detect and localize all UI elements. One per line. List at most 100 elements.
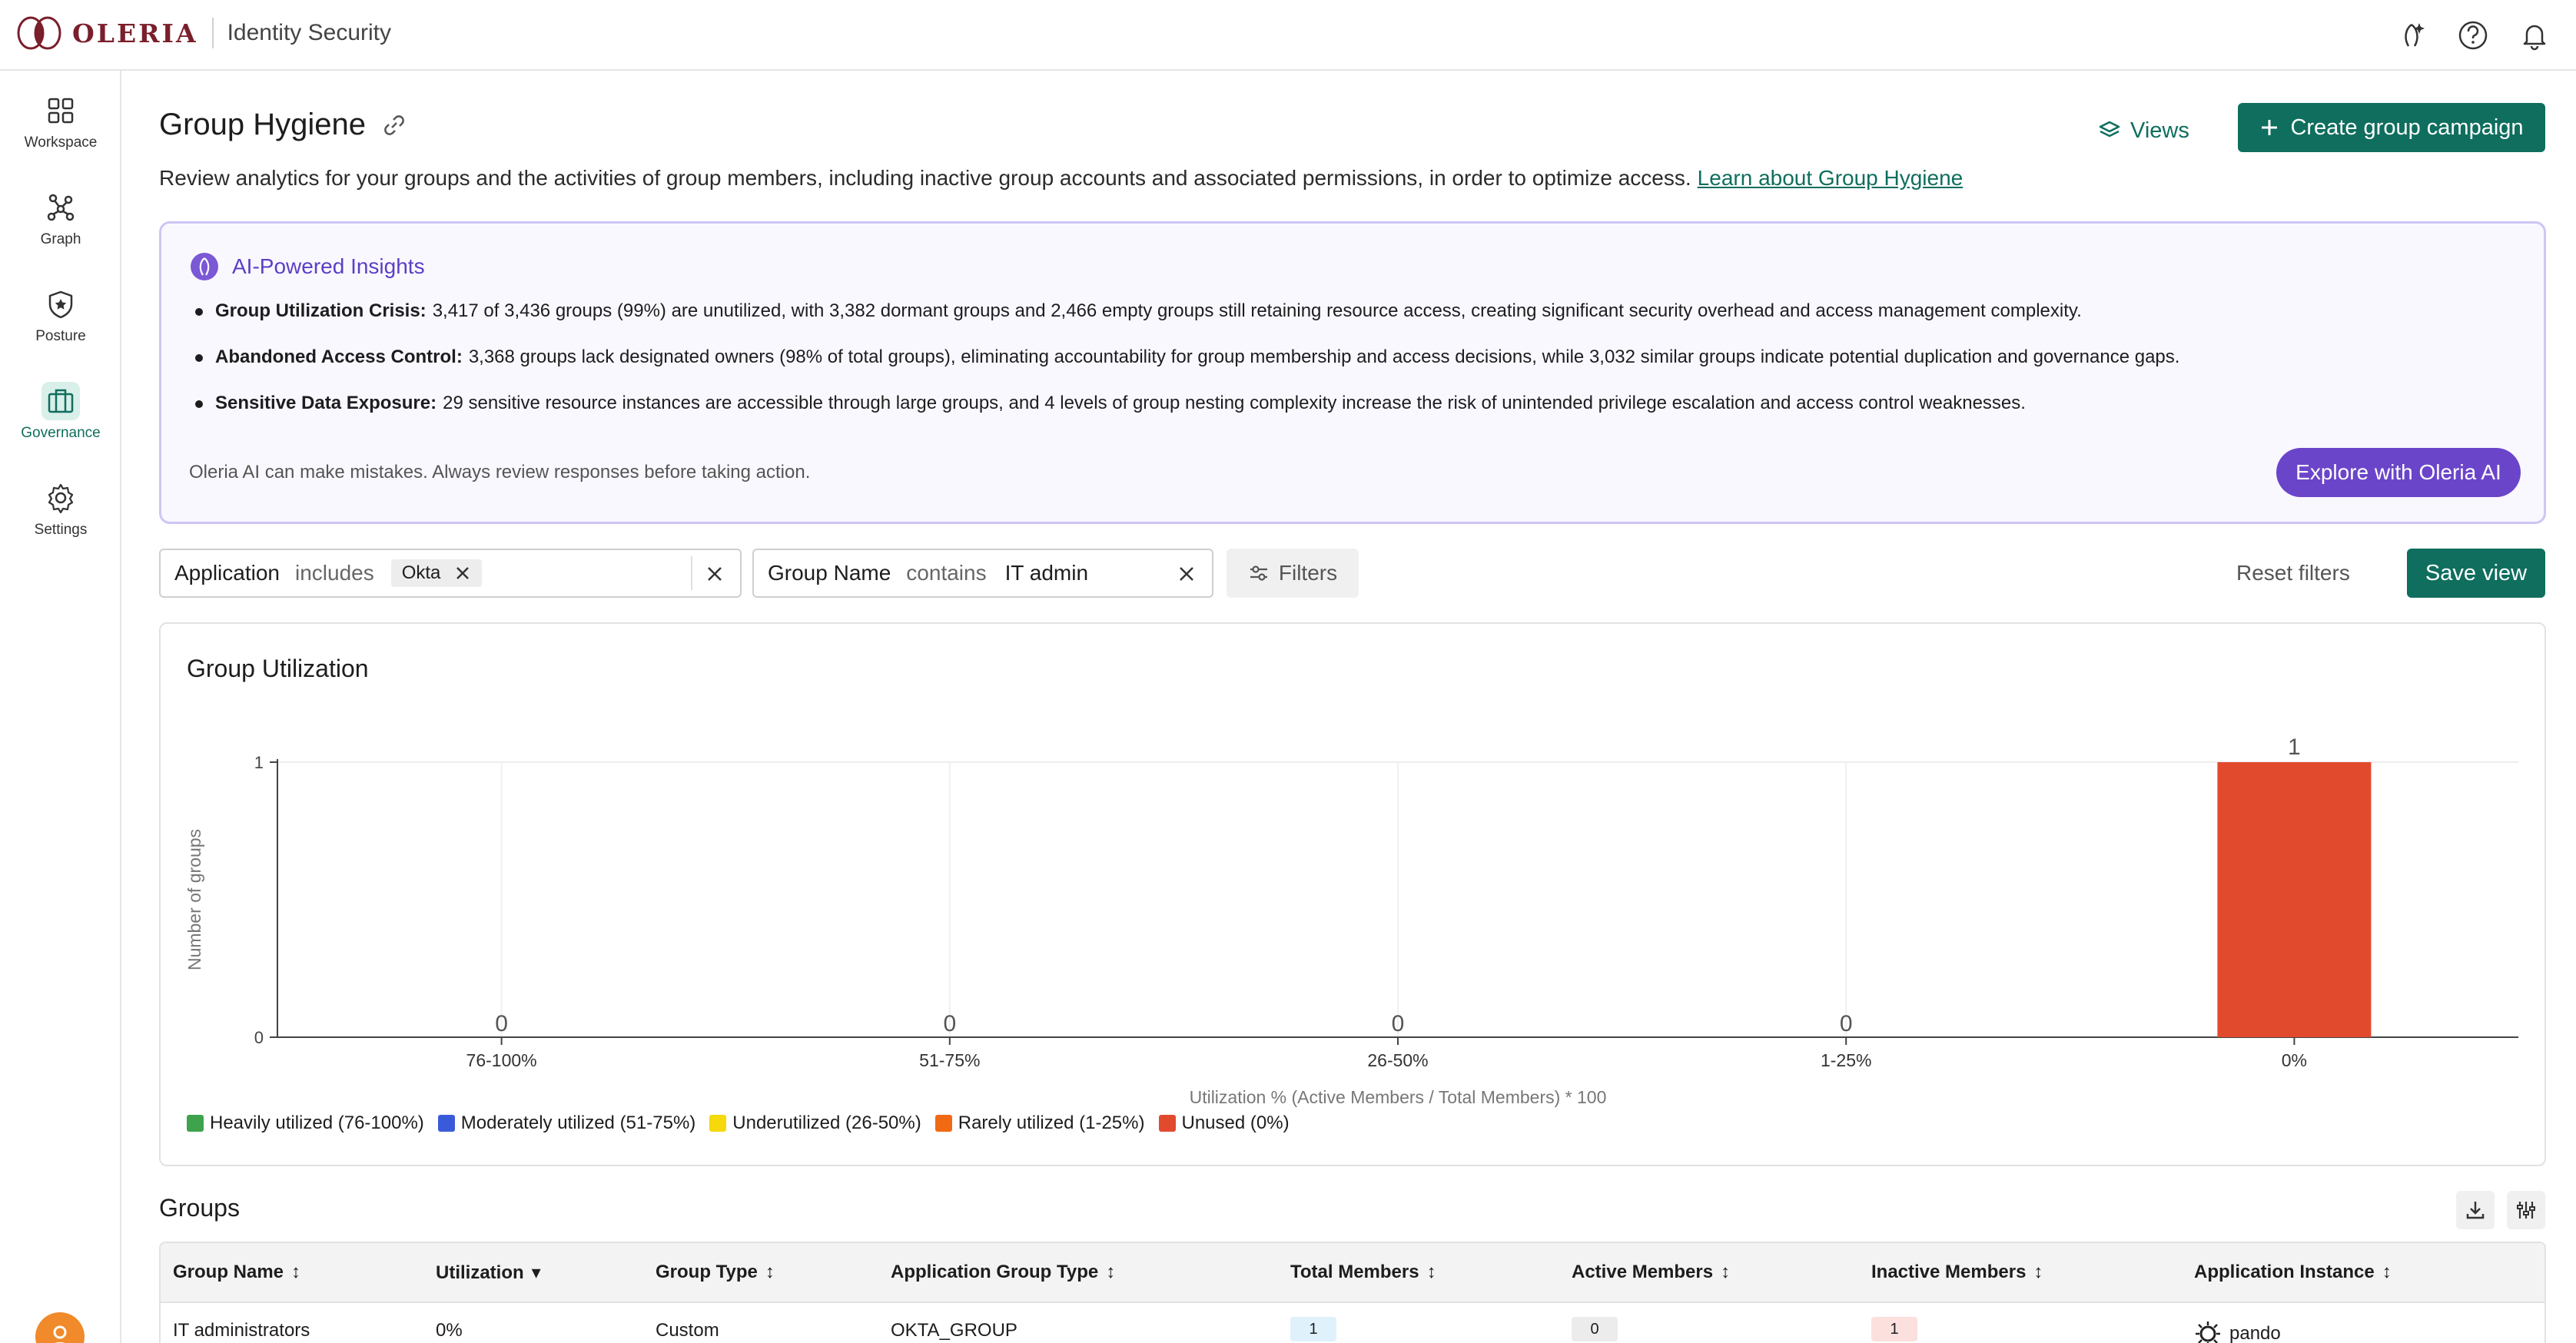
y-tick-label: 1: [254, 753, 264, 772]
filters-button[interactable]: Filters: [1227, 549, 1359, 598]
sidebar-item-label: Settings: [34, 522, 88, 538]
legend-item[interactable]: Moderately utilized (51-75%): [437, 1113, 695, 1134]
sidebar-item-governance[interactable]: Governance: [11, 370, 111, 453]
filter-operator[interactable]: includes: [295, 561, 374, 585]
column-header-utilization[interactable]: Utilization ▾: [436, 1262, 541, 1284]
cell-inactive-members: 1: [1871, 1317, 1917, 1341]
filter-value-input[interactable]: IT admin: [1005, 561, 1088, 585]
x-tick-label: 76-100%: [466, 1050, 537, 1070]
download-button[interactable]: [2456, 1191, 2495, 1229]
user-icon: [53, 1325, 67, 1343]
group-utilization-chart: 0 1 0 76-100% 0 51-75% 0 26-50% 0 1-25% 1 0% Utiliza…: [184, 735, 2518, 1107]
group-utilization-card: Group Utilization 0 1 0 76-100% 0 51-75% 0 26-5…: [159, 622, 2546, 1166]
ai-insights-card: AI-Powered Insights Group Utilization Cr…: [159, 221, 2546, 524]
legend-label: Unused (0%): [1181, 1113, 1290, 1133]
column-header-application-instance[interactable]: Application Instance ↕: [2194, 1262, 2392, 1283]
clear-filter-icon[interactable]: [702, 561, 728, 587]
legend-swatch: [187, 1115, 204, 1132]
briefcase-icon: [41, 382, 80, 420]
legend-item[interactable]: Underutilized (26-50%): [709, 1113, 921, 1134]
bar-value-label: 0: [1840, 1011, 1853, 1036]
sort-icon: ↕: [1426, 1262, 1436, 1282]
brand-name: OLERIA: [72, 18, 198, 48]
ai-insights-header: AI-Powered Insights: [189, 251, 425, 282]
filters-label: Filters: [1278, 561, 1338, 585]
insight-title: Abandoned Access Control:: [215, 347, 463, 367]
x-axis-label: Utilization % (Active Members / Total Me…: [1190, 1087, 1607, 1107]
cell-active-members: 0: [1572, 1317, 1618, 1341]
sidebar-item-graph[interactable]: Graph: [11, 177, 111, 260]
save-view-button[interactable]: Save view: [2407, 549, 2545, 598]
cell-group-name[interactable]: IT administrators: [173, 1320, 310, 1341]
sidebar: Workspace Graph Posture Governance Setti…: [0, 71, 121, 1343]
y-axis-label: Number of groups: [184, 829, 204, 970]
sort-icon: ↕: [1721, 1262, 1731, 1282]
sort-desc-icon: ▾: [531, 1262, 541, 1283]
link-icon[interactable]: [383, 114, 406, 137]
create-group-campaign-button[interactable]: Create group campaign: [2238, 103, 2545, 152]
legend-item[interactable]: Heavily utilized (76-100%): [187, 1113, 424, 1134]
x-tick-label: 1-25%: [1821, 1050, 1871, 1070]
pando-logo-icon: [2196, 1321, 2220, 1343]
ai-insight-item: Abandoned Access Control: 3,368 groups la…: [189, 347, 2179, 393]
description-text: Review analytics for your groups and the…: [159, 166, 1691, 190]
x-tick-label: 51-75%: [919, 1050, 980, 1070]
grid-icon: [41, 91, 80, 130]
sidebar-item-settings[interactable]: Settings: [11, 467, 111, 550]
ai-disclaimer: Oleria AI can make mistakes. Always revi…: [189, 462, 811, 482]
top-bar: OLERIA Identity Security: [0, 0, 2576, 71]
legend-swatch: [934, 1115, 952, 1132]
filter-operator[interactable]: contains: [906, 561, 986, 585]
learn-about-link[interactable]: Learn about Group Hygiene: [1698, 166, 1964, 190]
sidebar-item-label: Workspace: [24, 134, 98, 151]
total-members-badge: 1: [1290, 1317, 1336, 1341]
gear-icon: [41, 479, 80, 517]
filter-application[interactable]: Application includes Okta: [159, 549, 742, 598]
column-header-inactive-members[interactable]: Inactive Members ↕: [1871, 1262, 2043, 1283]
sort-icon: ↕: [2033, 1262, 2043, 1282]
sort-icon: ↕: [291, 1262, 301, 1282]
legend-item[interactable]: Rarely utilized (1-25%): [934, 1113, 1145, 1134]
help-icon[interactable]: [2455, 17, 2491, 54]
active-members-badge: 0: [1572, 1317, 1618, 1341]
sidebar-item-label: Graph: [40, 231, 81, 247]
groups-table: Group Name ↕ Utilization ▾ Group Type ↕ App…: [159, 1242, 2546, 1343]
legend-item[interactable]: Unused (0%): [1158, 1113, 1290, 1134]
views-button[interactable]: Views: [2098, 108, 2189, 154]
sidebar-item-label: Posture: [35, 328, 86, 344]
explore-with-oleria-ai-button[interactable]: Explore with Oleria AI: [2276, 448, 2521, 497]
cell-utilization: 0%: [436, 1320, 463, 1341]
notification-bell-icon[interactable]: [2516, 17, 2553, 54]
sort-icon: ↕: [1106, 1262, 1116, 1282]
inactive-members-badge: 1: [1871, 1317, 1917, 1341]
legend-swatch: [1158, 1115, 1176, 1132]
views-label: Views: [2130, 118, 2189, 143]
column-header-group-type[interactable]: Group Type ↕: [656, 1262, 775, 1283]
sidebar-item-posture[interactable]: Posture: [11, 274, 111, 356]
insight-text: 3,368 groups lack designated owners (98%…: [468, 347, 2180, 367]
y-tick-label: 0: [254, 1028, 264, 1047]
legend-label: Underutilized (26-50%): [732, 1113, 921, 1133]
legend-label: Rarely utilized (1-25%): [958, 1113, 1145, 1133]
application-instance-name: pando: [2229, 1323, 2281, 1343]
bar-value-label: 0: [495, 1011, 508, 1036]
column-settings-button[interactable]: [2507, 1191, 2545, 1229]
chip-remove-icon[interactable]: [454, 565, 471, 582]
sidebar-item-workspace[interactable]: Workspace: [11, 80, 111, 163]
x-tick-label: 0%: [2282, 1050, 2307, 1070]
column-header-application-group-type[interactable]: Application Group Type ↕: [891, 1262, 1115, 1283]
product-name: Identity Security: [227, 20, 392, 45]
sort-icon: ↕: [765, 1262, 775, 1282]
column-header-active-members[interactable]: Active Members ↕: [1572, 1262, 1730, 1283]
clear-filter-icon[interactable]: [1173, 561, 1200, 587]
create-label: Create group campaign: [2290, 114, 2524, 140]
column-header-group-name[interactable]: Group Name ↕: [173, 1262, 300, 1283]
column-header-total-members[interactable]: Total Members ↕: [1290, 1262, 1436, 1283]
ai-sparkle-icon[interactable]: [2393, 17, 2430, 54]
oleria-logo[interactable]: OLERIA Identity Security: [14, 14, 391, 52]
ai-insights-title: AI-Powered Insights: [232, 254, 425, 278]
reset-filters-button[interactable]: Reset filters: [2236, 549, 2350, 598]
user-avatar[interactable]: [35, 1312, 85, 1343]
table-row[interactable]: IT administrators 0% Custom OKTA_GROUP 1…: [161, 1303, 2544, 1343]
filter-group-name[interactable]: Group Name contains IT admin: [752, 549, 1213, 598]
